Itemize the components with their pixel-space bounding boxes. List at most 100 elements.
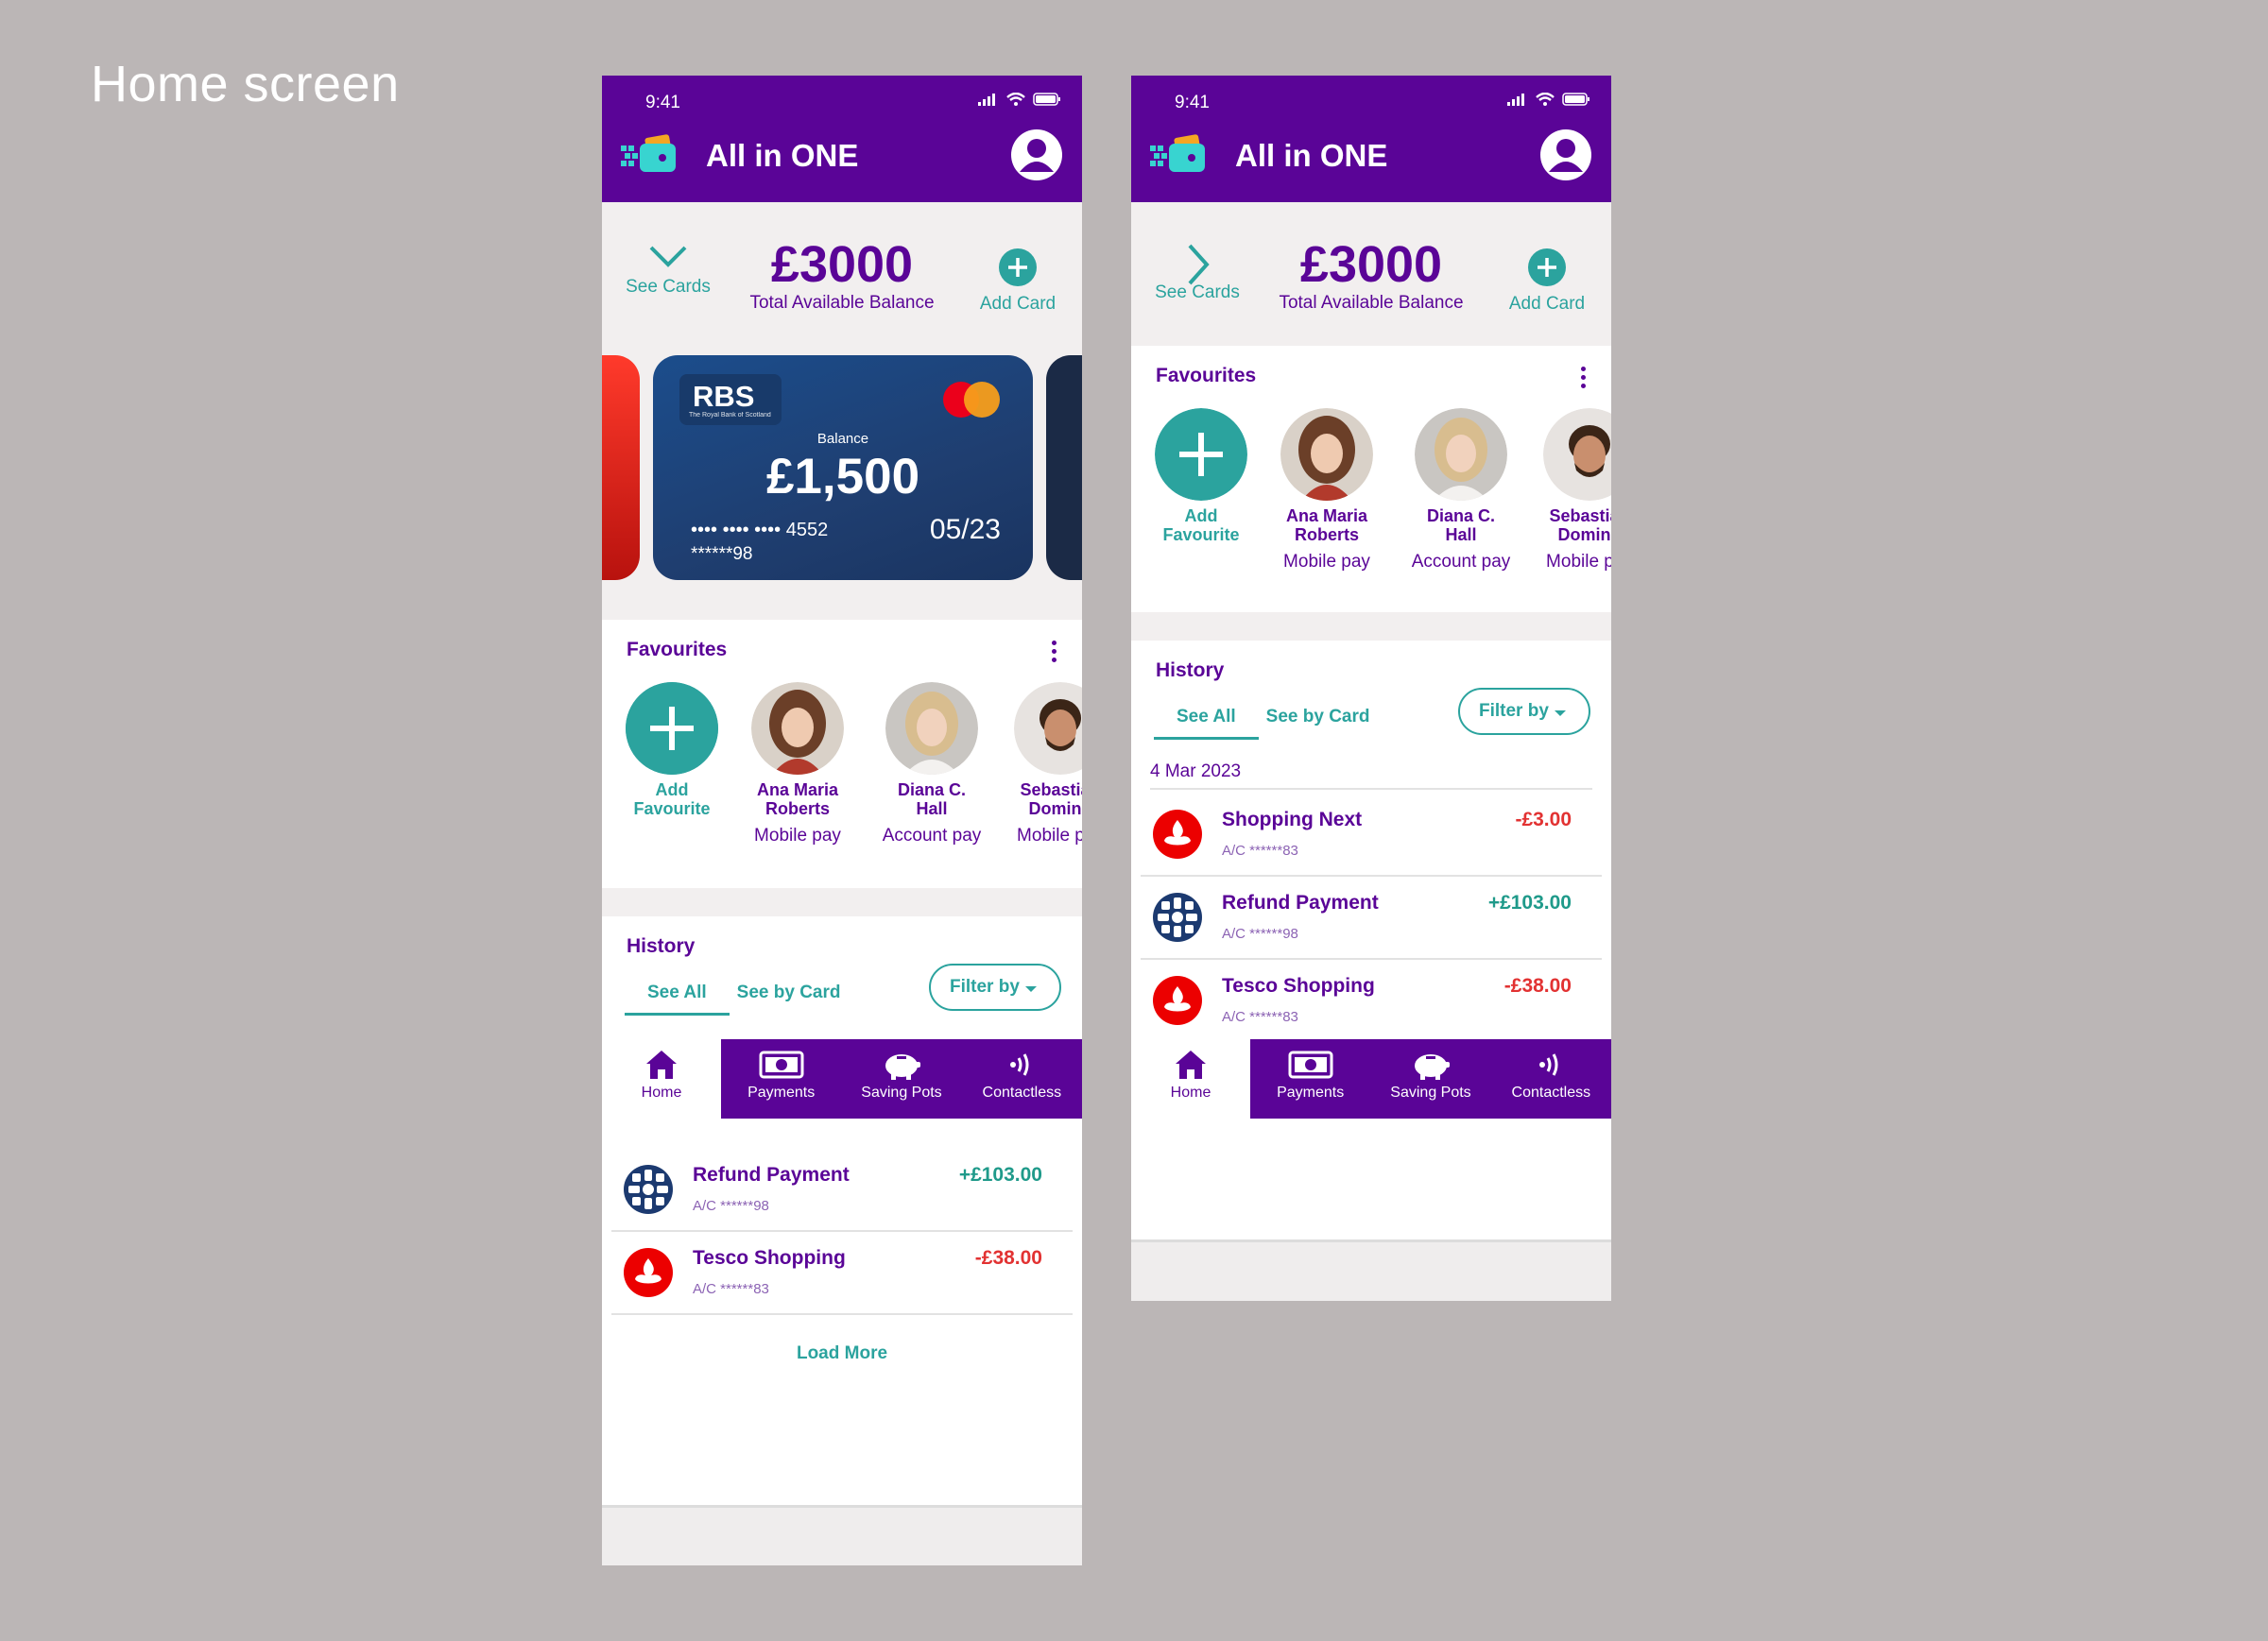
caret-down-icon [1025, 986, 1037, 992]
bank-card-rbs[interactable]: RBS The Royal Bank of Scotland Balance £… [653, 355, 1033, 580]
card-expiry: 05/23 [929, 514, 1001, 545]
signal-icon [1507, 94, 1524, 106]
card-balance-label: Balance [816, 431, 869, 447]
nav-saving-pots-label: Saving Pots [1390, 1085, 1471, 1101]
phone-screen-cards-collapsed: 9:41 All in ONE See Cards £3000 Total Av… [1131, 76, 1611, 1301]
profile-icon[interactable] [1010, 128, 1063, 181]
nav-home-label: Home [641, 1085, 682, 1101]
tab-see-by-card[interactable]: See by Card [730, 975, 864, 1016]
favourite-contact[interactable]: Sebastian Doming Mobile pay [999, 682, 1082, 846]
nav-home[interactable]: Home [602, 1039, 721, 1119]
add-favourite-button[interactable]: Add Favourite [610, 682, 733, 818]
favourites-title: Favourites [627, 639, 728, 660]
transaction-row[interactable]: Refund Payment A/C ******98 +£103.00 [611, 1149, 1073, 1232]
empty-panel [1131, 1119, 1611, 1239]
filter-by-label: Filter by [950, 977, 1020, 997]
favourite-name-2: Doming [1028, 799, 1083, 818]
avatar [1280, 408, 1373, 501]
nav-saving-pots[interactable]: Saving Pots [1370, 1039, 1490, 1119]
transaction-row[interactable]: Tesco Shopping A/C ******83 -£38.00 [611, 1232, 1073, 1315]
status-time: 9:41 [1175, 93, 1210, 112]
kebab-icon[interactable] [1581, 367, 1587, 392]
plus-icon [1528, 248, 1566, 286]
nav-saving-pots[interactable]: Saving Pots [841, 1039, 961, 1119]
piggy-bank-icon [1414, 1054, 1450, 1080]
transaction-name: Refund Payment [693, 1164, 850, 1186]
contactless-icon [1010, 1053, 1029, 1076]
bank-card-prev[interactable] [602, 355, 640, 580]
nav-contactless-label: Contactless [1511, 1085, 1591, 1101]
favourite-type: Account pay [1411, 552, 1511, 572]
transaction-name: Tesco Shopping [1222, 975, 1375, 997]
history-date: 4 Mar 2023 [1150, 761, 1592, 790]
filter-by-button[interactable]: Filter by [929, 964, 1061, 1011]
favourites-section: Favourites Add Favourite Ana Maria Rober… [602, 620, 1082, 888]
status-icons [978, 93, 1061, 106]
tab-see-all[interactable]: See All [625, 975, 730, 1016]
battery-icon [1033, 93, 1060, 106]
add-favourite-button[interactable]: Add Favourite [1140, 408, 1263, 544]
payments-icon [1288, 1051, 1333, 1079]
card-balance: £1,500 [765, 449, 920, 504]
favourite-type: Mobile pay [1546, 552, 1611, 572]
transaction-account: A/C ******98 [1222, 926, 1298, 942]
home-icon [1176, 1051, 1206, 1079]
profile-icon[interactable] [1539, 128, 1592, 181]
add-card-button[interactable]: Add Card [1503, 248, 1590, 315]
history-title: History [1156, 659, 1225, 681]
kebab-icon[interactable] [1052, 641, 1057, 666]
transaction-row[interactable]: Shopping Next A/C ******83 -£3.00 [1141, 794, 1602, 877]
nav-payments-label: Payments [747, 1085, 816, 1101]
tab-see-by-card[interactable]: See by Card [1259, 699, 1393, 740]
history-title: History [627, 935, 696, 957]
add-card-button[interactable]: Add Card [974, 248, 1061, 315]
wallet-logo-icon [1150, 134, 1205, 172]
favourite-contact[interactable]: Sebastian Doming Mobile pay [1528, 408, 1611, 573]
add-favourite-label-2: Favourite [1162, 525, 1240, 544]
load-more-button[interactable]: Load More [602, 1343, 1082, 1364]
favourite-type: Account pay [882, 826, 982, 846]
wifi-icon [1536, 93, 1555, 106]
page-title: Home screen [91, 56, 400, 112]
bank-card-next[interactable] [1046, 355, 1082, 580]
balance-summary: See Cards £3000 Total Available Balance … [1131, 202, 1611, 346]
wifi-icon [1006, 93, 1025, 106]
favourites-title: Favourites [1156, 365, 1257, 386]
rbs-logo-text: RBS [693, 380, 755, 413]
favourite-name-2: Hall [1445, 525, 1477, 544]
transaction-name: Tesco Shopping [693, 1247, 846, 1269]
balance-summary: See Cards £3000 Total Available Balance … [602, 202, 1082, 346]
favourite-name-1: Diana C. [897, 780, 967, 799]
favourite-contact[interactable]: Ana Maria Roberts Mobile pay [736, 682, 859, 846]
history-tabs: See All See by Card [625, 975, 864, 1016]
transaction-row[interactable]: Tesco Shopping A/C ******83 -£38.00 [1141, 960, 1602, 1041]
caret-down-icon [1555, 710, 1566, 716]
nav-payments[interactable]: Payments [721, 1039, 841, 1119]
transaction-account: A/C ******83 [693, 1281, 769, 1297]
rbs-logo-subtitle: The Royal Bank of Scotland [689, 412, 771, 419]
nav-contactless[interactable]: Contactless [962, 1039, 1082, 1119]
favourites-section: Favourites Add Favourite Ana Maria Rober… [1131, 346, 1611, 612]
app-header: 9:41 All in ONE [602, 76, 1082, 202]
nav-contactless[interactable]: Contactless [1491, 1039, 1611, 1119]
favourite-contact[interactable]: Diana C. Hall Account pay [1400, 408, 1522, 573]
add-favourite-label-2: Favourite [633, 799, 711, 818]
favourite-name-1: Sebastian [1549, 506, 1611, 525]
favourite-contact[interactable]: Ana Maria Roberts Mobile pay [1265, 408, 1388, 573]
cards-carousel[interactable]: RBS The Royal Bank of Scotland Balance £… [602, 346, 1082, 620]
favourite-contact[interactable]: Diana C. Hall Account pay [870, 682, 993, 846]
favourite-name-2: Roberts [1294, 525, 1359, 544]
filter-by-button[interactable]: Filter by [1458, 688, 1590, 735]
phone-screen-cards-expanded: 9:41 All in ONE See Cards £3000 Total Av… [602, 76, 1082, 1565]
nav-saving-pots-label: Saving Pots [861, 1085, 942, 1101]
nav-home[interactable]: Home [1131, 1039, 1250, 1119]
card-account: ******98 [691, 544, 753, 564]
plus-icon [626, 682, 718, 775]
mastercard-icon [943, 382, 1000, 418]
tab-see-all[interactable]: See All [1154, 699, 1259, 740]
app-header: 9:41 All in ONE [1131, 76, 1611, 202]
favourite-type: Mobile pay [754, 826, 841, 846]
transaction-row[interactable]: Refund Payment A/C ******98 +£103.00 [1141, 877, 1602, 960]
nav-payments[interactable]: Payments [1250, 1039, 1370, 1119]
history-tabs: See All See by Card [1154, 699, 1393, 740]
